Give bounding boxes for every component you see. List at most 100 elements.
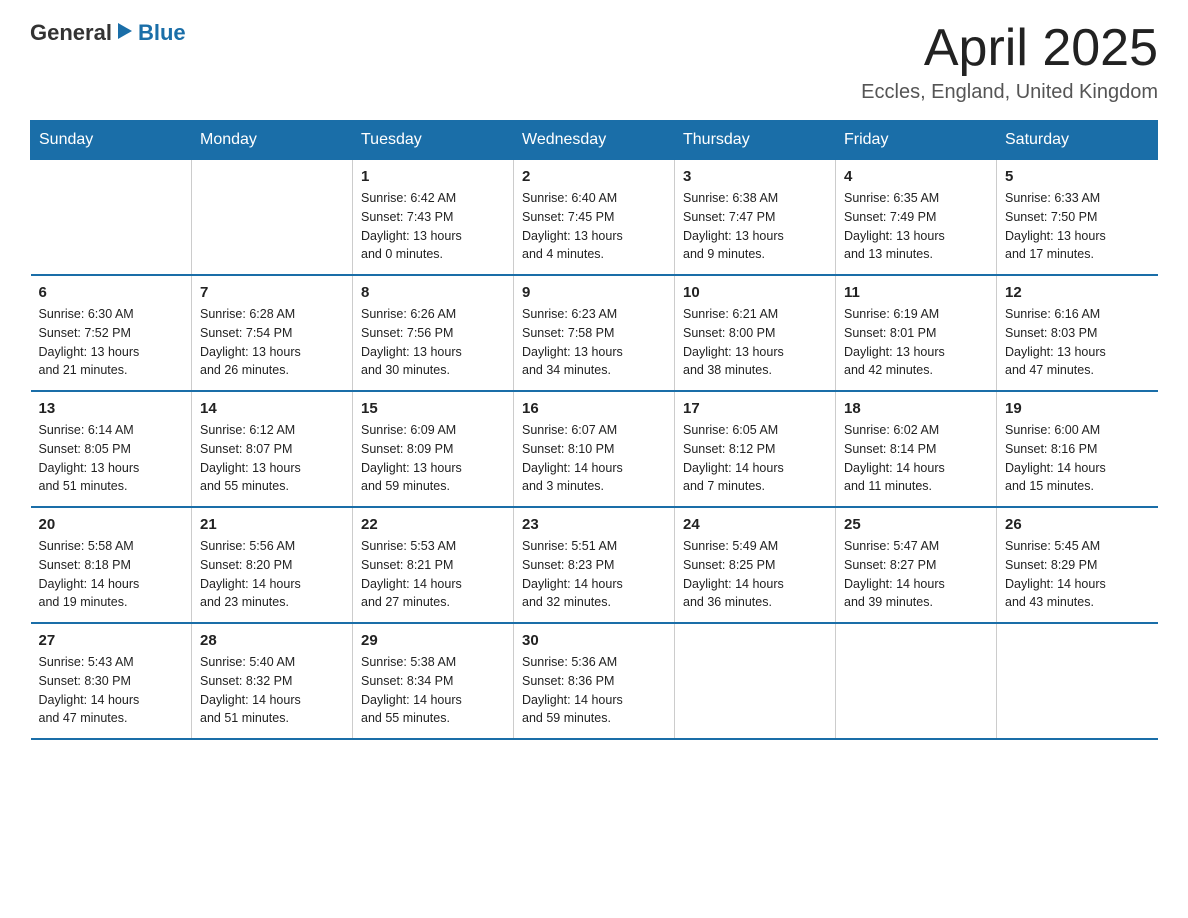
calendar-cell: 24 Sunrise: 5:49 AM Sunset: 8:25 PM Dayli… <box>675 507 836 623</box>
day-number: 17 <box>683 400 827 417</box>
day-info: Sunrise: 6:07 AM Sunset: 8:10 PM Dayligh… <box>522 421 666 496</box>
day-number: 30 <box>522 632 666 649</box>
day-number: 6 <box>39 284 184 301</box>
calendar-cell: 14 Sunrise: 6:12 AM Sunset: 8:07 PM Dayli… <box>192 391 353 507</box>
calendar-cell <box>675 623 836 739</box>
calendar-week-row: 20 Sunrise: 5:58 AM Sunset: 8:18 PM Dayli… <box>31 507 1158 623</box>
day-info: Sunrise: 5:38 AM Sunset: 8:34 PM Dayligh… <box>361 653 505 728</box>
day-number: 3 <box>683 168 827 185</box>
day-info: Sunrise: 5:40 AM Sunset: 8:32 PM Dayligh… <box>200 653 344 728</box>
calendar-cell: 20 Sunrise: 5:58 AM Sunset: 8:18 PM Dayli… <box>31 507 192 623</box>
calendar-cell: 15 Sunrise: 6:09 AM Sunset: 8:09 PM Dayli… <box>353 391 514 507</box>
calendar-cell: 17 Sunrise: 6:05 AM Sunset: 8:12 PM Dayli… <box>675 391 836 507</box>
day-number: 9 <box>522 284 666 301</box>
day-info: Sunrise: 6:23 AM Sunset: 7:58 PM Dayligh… <box>522 305 666 380</box>
calendar-week-row: 6Sunrise: 6:30 AM Sunset: 7:52 PM Daylig… <box>31 275 1158 391</box>
calendar-week-row: 1Sunrise: 6:42 AM Sunset: 7:43 PM Daylig… <box>31 160 1158 276</box>
calendar-cell: 18 Sunrise: 6:02 AM Sunset: 8:14 PM Dayli… <box>836 391 997 507</box>
day-number: 7 <box>200 284 344 301</box>
calendar-cell: 10 Sunrise: 6:21 AM Sunset: 8:00 PM Dayli… <box>675 275 836 391</box>
weekday-header-tuesday: Tuesday <box>353 121 514 160</box>
day-info: Sunrise: 6:02 AM Sunset: 8:14 PM Dayligh… <box>844 421 988 496</box>
calendar-cell: 4Sunrise: 6:35 AM Sunset: 7:49 PM Daylig… <box>836 160 997 276</box>
day-info: Sunrise: 5:43 AM Sunset: 8:30 PM Dayligh… <box>39 653 184 728</box>
day-info: Sunrise: 5:47 AM Sunset: 8:27 PM Dayligh… <box>844 537 988 612</box>
day-number: 5 <box>1005 168 1150 185</box>
calendar-cell: 1Sunrise: 6:42 AM Sunset: 7:43 PM Daylig… <box>353 160 514 276</box>
logo-arrow-icon <box>118 23 132 44</box>
title-area: April 2025 Eccles, England, United Kingd… <box>861 20 1158 104</box>
calendar-cell <box>997 623 1158 739</box>
calendar-cell: 8 Sunrise: 6:26 AM Sunset: 7:56 PM Daylig… <box>353 275 514 391</box>
calendar-cell: 30 Sunrise: 5:36 AM Sunset: 8:36 PM Dayli… <box>514 623 675 739</box>
day-number: 19 <box>1005 400 1150 417</box>
calendar-cell: 7 Sunrise: 6:28 AM Sunset: 7:54 PM Daylig… <box>192 275 353 391</box>
calendar-cell: 27Sunrise: 5:43 AM Sunset: 8:30 PM Dayli… <box>31 623 192 739</box>
day-number: 18 <box>844 400 988 417</box>
calendar-cell: 3 Sunrise: 6:38 AM Sunset: 7:47 PM Daylig… <box>675 160 836 276</box>
day-number: 29 <box>361 632 505 649</box>
weekday-header-thursday: Thursday <box>675 121 836 160</box>
day-info: Sunrise: 6:28 AM Sunset: 7:54 PM Dayligh… <box>200 305 344 380</box>
day-info: Sunrise: 6:33 AM Sunset: 7:50 PM Dayligh… <box>1005 189 1150 264</box>
weekday-header-friday: Friday <box>836 121 997 160</box>
day-number: 13 <box>39 400 184 417</box>
calendar-cell: 11 Sunrise: 6:19 AM Sunset: 8:01 PM Dayli… <box>836 275 997 391</box>
calendar-cell: 25 Sunrise: 5:47 AM Sunset: 8:27 PM Dayli… <box>836 507 997 623</box>
weekday-header-row: SundayMondayTuesdayWednesdayThursdayFrid… <box>31 121 1158 160</box>
calendar-week-row: 27Sunrise: 5:43 AM Sunset: 8:30 PM Dayli… <box>31 623 1158 739</box>
day-number: 10 <box>683 284 827 301</box>
logo: General Blue <box>30 20 186 46</box>
day-info: Sunrise: 5:36 AM Sunset: 8:36 PM Dayligh… <box>522 653 666 728</box>
day-number: 8 <box>361 284 505 301</box>
day-info: Sunrise: 6:19 AM Sunset: 8:01 PM Dayligh… <box>844 305 988 380</box>
day-number: 14 <box>200 400 344 417</box>
day-number: 4 <box>844 168 988 185</box>
calendar-cell: 28 Sunrise: 5:40 AM Sunset: 8:32 PM Dayli… <box>192 623 353 739</box>
day-info: Sunrise: 6:26 AM Sunset: 7:56 PM Dayligh… <box>361 305 505 380</box>
day-info: Sunrise: 5:49 AM Sunset: 8:25 PM Dayligh… <box>683 537 827 612</box>
calendar-title: April 2025 <box>861 20 1158 77</box>
day-number: 20 <box>39 516 184 533</box>
day-number: 16 <box>522 400 666 417</box>
calendar-cell: 13Sunrise: 6:14 AM Sunset: 8:05 PM Dayli… <box>31 391 192 507</box>
page-header: General Blue April 2025 Eccles, England,… <box>30 20 1158 104</box>
calendar-table: SundayMondayTuesdayWednesdayThursdayFrid… <box>30 120 1158 740</box>
day-number: 28 <box>200 632 344 649</box>
day-info: Sunrise: 6:09 AM Sunset: 8:09 PM Dayligh… <box>361 421 505 496</box>
weekday-header-sunday: Sunday <box>31 121 192 160</box>
logo-blue: Blue <box>138 20 186 46</box>
weekday-header-monday: Monday <box>192 121 353 160</box>
calendar-cell: 2 Sunrise: 6:40 AM Sunset: 7:45 PM Daylig… <box>514 160 675 276</box>
day-number: 2 <box>522 168 666 185</box>
calendar-cell: 23 Sunrise: 5:51 AM Sunset: 8:23 PM Dayli… <box>514 507 675 623</box>
calendar-cell: 19 Sunrise: 6:00 AM Sunset: 8:16 PM Dayli… <box>997 391 1158 507</box>
day-number: 25 <box>844 516 988 533</box>
day-info: Sunrise: 6:00 AM Sunset: 8:16 PM Dayligh… <box>1005 421 1150 496</box>
calendar-cell: 26 Sunrise: 5:45 AM Sunset: 8:29 PM Dayli… <box>997 507 1158 623</box>
day-number: 11 <box>844 284 988 301</box>
day-number: 12 <box>1005 284 1150 301</box>
day-info: Sunrise: 6:05 AM Sunset: 8:12 PM Dayligh… <box>683 421 827 496</box>
day-number: 26 <box>1005 516 1150 533</box>
weekday-header-saturday: Saturday <box>997 121 1158 160</box>
calendar-cell: 12Sunrise: 6:16 AM Sunset: 8:03 PM Dayli… <box>997 275 1158 391</box>
day-info: Sunrise: 6:21 AM Sunset: 8:00 PM Dayligh… <box>683 305 827 380</box>
day-info: Sunrise: 6:38 AM Sunset: 7:47 PM Dayligh… <box>683 189 827 264</box>
day-number: 23 <box>522 516 666 533</box>
day-number: 1 <box>361 168 505 185</box>
day-info: Sunrise: 5:58 AM Sunset: 8:18 PM Dayligh… <box>39 537 184 612</box>
day-number: 15 <box>361 400 505 417</box>
calendar-cell: 22Sunrise: 5:53 AM Sunset: 8:21 PM Dayli… <box>353 507 514 623</box>
day-info: Sunrise: 5:51 AM Sunset: 8:23 PM Dayligh… <box>522 537 666 612</box>
day-info: Sunrise: 6:12 AM Sunset: 8:07 PM Dayligh… <box>200 421 344 496</box>
weekday-header-wednesday: Wednesday <box>514 121 675 160</box>
day-info: Sunrise: 5:56 AM Sunset: 8:20 PM Dayligh… <box>200 537 344 612</box>
day-number: 21 <box>200 516 344 533</box>
day-info: Sunrise: 6:40 AM Sunset: 7:45 PM Dayligh… <box>522 189 666 264</box>
day-info: Sunrise: 5:53 AM Sunset: 8:21 PM Dayligh… <box>361 537 505 612</box>
day-number: 24 <box>683 516 827 533</box>
day-info: Sunrise: 5:45 AM Sunset: 8:29 PM Dayligh… <box>1005 537 1150 612</box>
calendar-cell <box>192 160 353 276</box>
logo-general: General <box>30 20 112 46</box>
